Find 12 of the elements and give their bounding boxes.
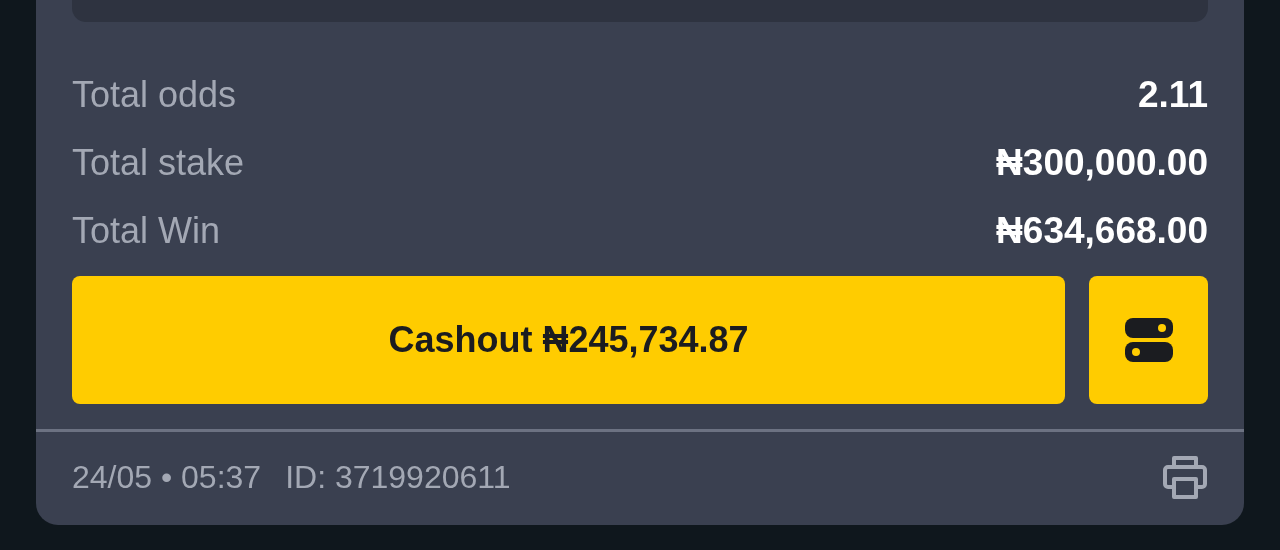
toggle-button[interactable] <box>1089 276 1208 404</box>
cashout-button[interactable]: Cashout ₦245,734.87 <box>72 276 1065 404</box>
summary-label: Total odds <box>72 74 237 116</box>
summary-label: Total stake <box>72 142 245 184</box>
summary-value: 2.11 <box>1138 74 1208 116</box>
bet-datetime: 24/05 • 05:37 <box>72 458 262 496</box>
print-icon[interactable] <box>1162 455 1208 499</box>
summary-value: ₦300,000.00 <box>996 142 1208 184</box>
summary-value: ₦634,668.00 <box>996 210 1208 252</box>
summary-label: Total Win <box>72 210 221 252</box>
toggles-icon <box>1124 316 1173 364</box>
bet-id: ID: 3719920611 <box>285 458 511 496</box>
